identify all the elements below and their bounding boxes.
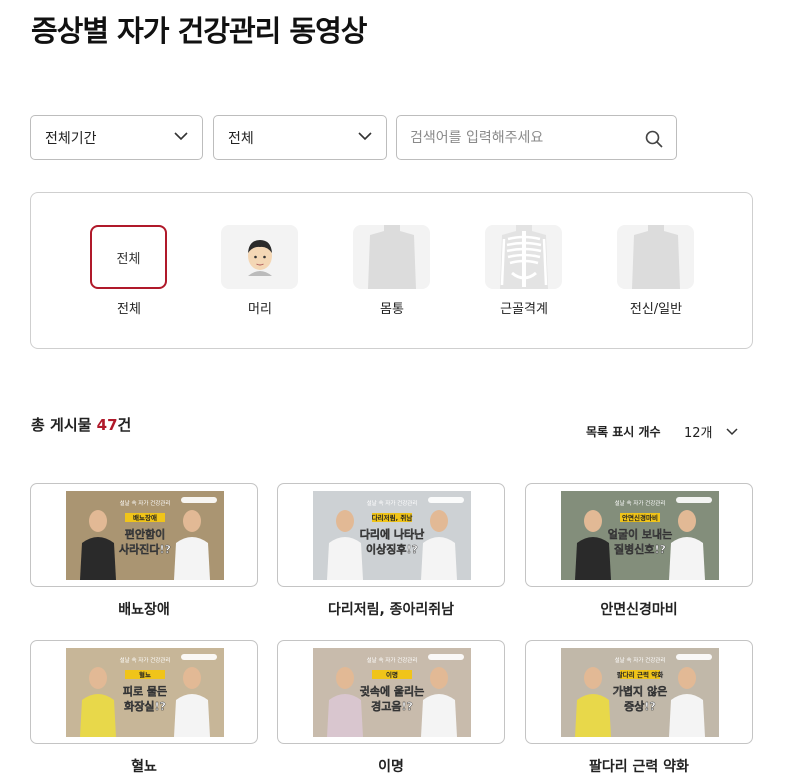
- body-part-category-panel: 전체 전체 머리 몸통 근골격계 전신/일반: [30, 192, 753, 349]
- category-label: 전체: [117, 302, 141, 317]
- video-card[interactable]: 설날 속 자가 건강관리 이명 귓속에 울리는 경고음!? 이명: [277, 640, 505, 776]
- thumbnail-caption: 혈뇨: [139, 670, 151, 679]
- category-all-thumb: 전체: [90, 225, 167, 289]
- category-torso[interactable]: 몸통: [353, 225, 431, 317]
- category-all-thumb-text: 전체: [116, 251, 141, 267]
- page-size-value: 12개: [684, 426, 713, 441]
- video-card[interactable]: 설날 속 자가 건강관리 팔다리 근력 약화 가볍지 않은 증상!? 팔다리 근력 약화: [525, 640, 753, 776]
- video-thumbnail: 설날 속 자가 건강관리팔다리 근력 약화가볍지 않은증상!?: [561, 648, 719, 737]
- post-count-number: 47: [96, 416, 118, 434]
- page-size-select[interactable]: 12개: [684, 422, 744, 442]
- type-select[interactable]: 전체: [213, 115, 387, 160]
- thumbnail-headline-2: 질병신호!?: [614, 542, 666, 556]
- thumbnail-headline-1: 편안함이: [125, 527, 165, 541]
- category-label: 근골격계: [500, 302, 548, 317]
- category-musculoskeletal-thumb: [485, 225, 562, 289]
- video-thumbnail: 설날 속 자가 건강관리다리저림, 쥐남다리에 나타난이상징후!?: [313, 491, 471, 580]
- video-card[interactable]: 설날 속 자가 건강관리 배뇨장애 편안함이 사라진다!? 배뇨장애: [30, 483, 258, 619]
- thumbnail-series-label: 설날 속 자가 건강관리: [615, 499, 666, 507]
- category-torso-thumb: [353, 225, 430, 289]
- post-count-suffix: 건: [117, 416, 132, 434]
- video-thumbnail-frame: 설날 속 자가 건강관리배뇨장애편안함이 사라진다!?: [30, 483, 258, 587]
- head-icon: [247, 240, 272, 276]
- post-count-prefix: 총 게시물: [31, 416, 92, 434]
- thumbnail-series-label: 설날 속 자가 건강관리: [367, 499, 418, 507]
- thumbnail-caption: 팔다리 근력 약화: [617, 670, 663, 679]
- thumbnail-series-label: 설날 속 자가 건강관리: [615, 656, 666, 664]
- video-title: 이명: [378, 759, 404, 775]
- thumbnail-headline-1: 다리에 나타난: [360, 527, 425, 541]
- chevron-down-icon: [174, 132, 188, 141]
- thumbnail-headline-2: 증상!?: [624, 699, 656, 713]
- video-thumbnail: 설날 속 자가 건강관리혈뇨피로 물든화장실!?: [66, 648, 224, 737]
- thumbnail-headline-1: 가볍지 않은: [613, 684, 667, 698]
- period-select-value: 전체기간: [45, 130, 97, 147]
- video-thumbnail: 설날 속 자가 건강관리이명귓속에 울리는경고음!?: [313, 648, 471, 737]
- category-label: 머리: [248, 302, 272, 317]
- video-card[interactable]: 설날 속 자가 건강관리 혈뇨 피로 물든 화장실!? 혈뇨: [30, 640, 258, 776]
- category-musculoskeletal[interactable]: 근골격계: [485, 225, 563, 317]
- filter-bar: 전체기간 전체: [30, 115, 677, 160]
- video-thumbnail-frame: 설날 속 자가 건강관리다리저림, 쥐남다리에 나타난 이상징후!?: [277, 483, 505, 587]
- category-all[interactable]: 전체 전체: [90, 225, 168, 317]
- category-label: 전신/일반: [629, 302, 683, 317]
- thumbnail-headline-1: 얼굴이 보내는: [608, 527, 673, 541]
- page-size-label: 목록 표시 개수: [586, 425, 661, 439]
- skeleton-icon: [499, 225, 548, 289]
- period-select[interactable]: 전체기간: [30, 115, 203, 160]
- category-fullbody-thumb: [617, 225, 694, 289]
- video-thumbnail-frame: 설날 속 자가 건강관리팔다리 근력 약화가볍지 않은 증상!?: [525, 640, 753, 744]
- thumbnail-caption: 다리저림, 쥐남: [372, 513, 413, 522]
- thumbnail-headline-2: 사라진다!?: [119, 542, 171, 556]
- chevron-down-icon: [358, 132, 372, 141]
- category-fullbody[interactable]: 전신/일반: [617, 225, 695, 317]
- video-card[interactable]: 설날 속 자가 건강관리 안면신경마비 얼굴이 보내는 질병신호!? 안면신경마비: [525, 483, 753, 619]
- page-title: 증상별 자가 건강관리 동영상: [31, 14, 367, 48]
- search-icon[interactable]: [644, 129, 664, 149]
- thumbnail-series-label: 설날 속 자가 건강관리: [120, 499, 171, 507]
- video-title: 팔다리 근력 약화: [589, 759, 689, 775]
- thumbnail-headline-2: 화장실!?: [124, 699, 166, 713]
- fullbody-icon: [631, 225, 680, 289]
- video-thumbnail-frame: 설날 속 자가 건강관리이명귓속에 울리는 경고음!?: [277, 640, 505, 744]
- category-label: 몸통: [380, 302, 404, 317]
- thumbnail-caption: 이명: [386, 670, 398, 679]
- thumbnail-caption: 배뇨장애: [133, 513, 157, 522]
- thumbnail-headline-2: 이상징후!?: [366, 542, 418, 556]
- chevron-down-icon: [726, 428, 738, 436]
- thumbnail-caption: 안면신경마비: [622, 513, 658, 522]
- post-count: 총 게시물 47건: [31, 414, 131, 435]
- thumbnail-series-label: 설날 속 자가 건강관리: [367, 656, 418, 664]
- thumbnail-headline-1: 피로 물든: [123, 684, 167, 698]
- thumbnail-headline-2: 경고음!?: [371, 699, 413, 713]
- video-thumbnail: 설날 속 자가 건강관리안면신경마비얼굴이 보내는질병신호!?: [561, 491, 719, 580]
- video-title: 배뇨장애: [118, 602, 170, 618]
- video-thumbnail-frame: 설날 속 자가 건강관리혈뇨피로 물든 화장실!?: [30, 640, 258, 744]
- category-head[interactable]: 머리: [221, 225, 299, 317]
- video-thumbnail-frame: 설날 속 자가 건강관리안면신경마비얼굴이 보내는 질병신호!?: [525, 483, 753, 587]
- video-card[interactable]: 설날 속 자가 건강관리다리저림, 쥐남다리에 나타난 이상징후!? 다리저림, 종…: [277, 483, 505, 619]
- torso-icon: [367, 225, 416, 289]
- type-select-value: 전체: [228, 130, 254, 147]
- category-head-thumb: [221, 225, 298, 289]
- thumbnail-series-label: 설날 속 자가 건강관리: [120, 656, 171, 664]
- search-input[interactable]: [410, 126, 630, 150]
- thumbnail-headline-1: 귓속에 울리는: [360, 684, 425, 698]
- search-box: [396, 115, 677, 160]
- video-thumbnail: 설날 속 자가 건강관리배뇨장애편안함이사라진다!?: [66, 491, 224, 580]
- video-title: 다리저림, 종아리쥐남: [327, 602, 455, 618]
- video-title: 혈뇨: [131, 759, 157, 775]
- video-title: 안면신경마비: [600, 602, 678, 618]
